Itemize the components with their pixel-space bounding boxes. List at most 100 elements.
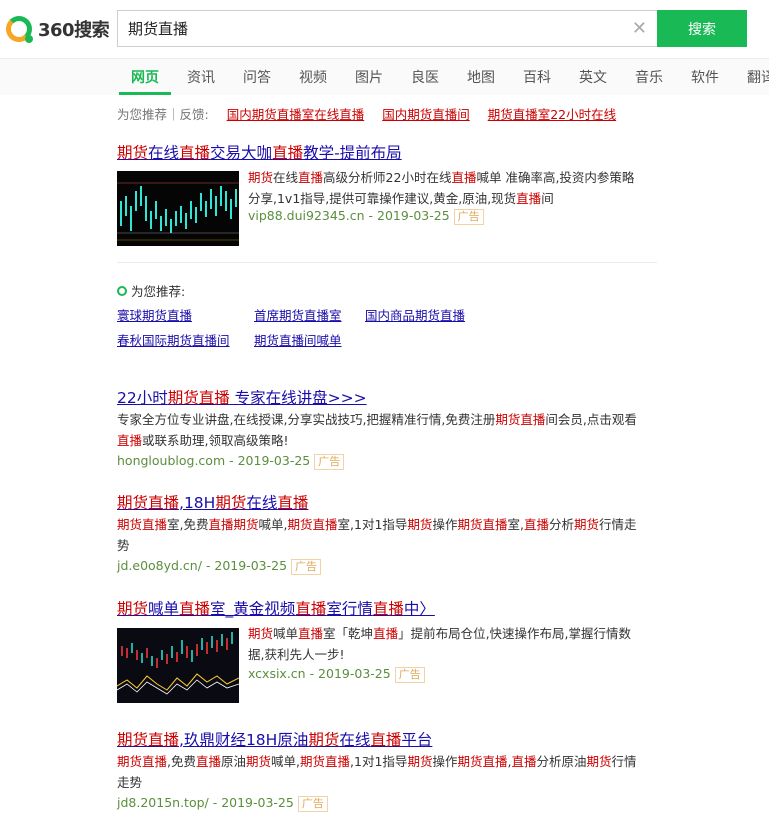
recommend-link[interactable]: 国内商品期货直播 bbox=[365, 305, 465, 324]
desc-highlight: 直播 bbox=[208, 517, 234, 532]
desc-text: 操作 bbox=[432, 754, 458, 769]
desc-text: 喊单, bbox=[271, 754, 301, 769]
suggest-link[interactable]: 国内期货直播间 bbox=[382, 107, 470, 122]
title-text: 喊单 bbox=[148, 600, 180, 618]
recommend-ring-icon bbox=[117, 285, 127, 296]
ad-badge: 广告 bbox=[314, 454, 345, 470]
tab-web[interactable]: 网页 bbox=[131, 67, 159, 87]
title-text: 在线 bbox=[339, 731, 371, 749]
title-highlight: 直播 bbox=[295, 600, 327, 618]
desc-text: 室, bbox=[507, 517, 524, 532]
tab-english[interactable]: 英文 bbox=[579, 67, 607, 87]
title-highlight: 期货直播 bbox=[167, 389, 230, 407]
title-highlight: 期货 bbox=[308, 731, 340, 749]
divider bbox=[117, 262, 657, 263]
desc-highlight: 期货 bbox=[248, 626, 274, 641]
result-title[interactable]: 期货直播,18H期货在线直播 bbox=[117, 491, 308, 513]
recommend-link[interactable]: 春秋国际期货直播间 bbox=[117, 330, 230, 349]
suggest-strip: 为您推荐｜反馈: 国内期货直播室在线直播 国内期货直播间 期货直播室22小时在线 bbox=[117, 104, 616, 123]
desc-text: 高级分析师22小时在线 bbox=[323, 170, 452, 185]
tab-translate[interactable]: 翻译 bbox=[747, 67, 769, 87]
desc-text: ,1对1指导 bbox=[350, 754, 408, 769]
suggest-link[interactable]: 期货直播室22小时在线 bbox=[488, 107, 616, 122]
url-text[interactable]: hongloublog.com - 2019-03-25 bbox=[117, 453, 310, 468]
search-button[interactable]: 搜索 bbox=[657, 10, 747, 47]
result-url: jd.e0o8yd.cn/ - 2019-03-25 广告 bbox=[117, 558, 322, 575]
desc-text: 分析原油 bbox=[536, 754, 587, 769]
tab-baike[interactable]: 百科 bbox=[523, 67, 551, 87]
recommend-link[interactable]: 首席期货直播室 bbox=[254, 305, 342, 324]
tab-music[interactable]: 音乐 bbox=[635, 67, 663, 87]
desc-text: 室,1对1指导 bbox=[337, 517, 408, 532]
title-text: 中〉 bbox=[403, 600, 435, 618]
desc-text: 走势 bbox=[117, 774, 143, 790]
result-title[interactable]: 22小时期货直播 专家在线讲盘>>> bbox=[117, 386, 367, 408]
tab-map[interactable]: 地图 bbox=[467, 67, 495, 87]
recommend-link[interactable]: 寰球期货直播 bbox=[117, 305, 192, 324]
desc-text: 势 bbox=[117, 537, 130, 553]
url-text[interactable]: jd.e0o8yd.cn/ - 2019-03-25 bbox=[117, 558, 287, 573]
title-text: 交易大咖 bbox=[210, 144, 273, 162]
desc-highlight: 期货 bbox=[407, 517, 433, 532]
title-text: 在线 bbox=[246, 494, 278, 512]
logo-ring-icon bbox=[6, 16, 33, 43]
desc-highlight: 直播 bbox=[117, 432, 143, 448]
desc-line: 期货直播室,免费直播期货喊单,期货直播室,1对1指导期货操作期货直播室,直播分析… bbox=[117, 515, 662, 536]
ad-badge: 广告 bbox=[297, 796, 328, 812]
tab-doctor[interactable]: 良医 bbox=[411, 67, 439, 87]
desc-highlight: 期货直播 bbox=[300, 754, 351, 769]
desc-text: 或联系助理,领取高级策略! bbox=[142, 432, 289, 448]
suggest-link[interactable]: 国内期货直播室在线直播 bbox=[227, 107, 365, 122]
title-text: 室_黄金视频 bbox=[210, 600, 296, 618]
desc-text: 间 bbox=[541, 190, 554, 206]
desc-highlight: 期货直播 bbox=[457, 517, 508, 532]
url-text[interactable]: xcxsix.cn - 2019-03-25 bbox=[248, 666, 391, 681]
desc-text: 喊单 准确率高,投资内参策略 bbox=[476, 170, 635, 185]
desc-text: 喊单 bbox=[273, 626, 299, 641]
title-highlight: 期货直播 bbox=[117, 494, 180, 512]
ad-badge: 广告 bbox=[394, 667, 425, 683]
desc-text: 间会员,点击观看 bbox=[545, 412, 637, 427]
suggest-label: 为您推荐｜反馈: bbox=[117, 107, 209, 122]
result-title[interactable]: 期货直播,玖鼎财经18H原油期货在线直播平台 bbox=[117, 728, 432, 750]
result-description: 专家全方位专业讲盘,在线授课,分享实战技巧,把握精准行情,免费注册期货直播间会员… bbox=[117, 410, 662, 451]
desc-text: 行情走 bbox=[599, 517, 637, 532]
desc-highlight: 期货直播 bbox=[457, 754, 508, 769]
url-text[interactable]: vip88.dui92345.cn - 2019-03-25 bbox=[248, 208, 450, 223]
title-highlight: 直播 bbox=[179, 144, 211, 162]
tab-software[interactable]: 软件 bbox=[691, 67, 719, 87]
title-text: 22小时 bbox=[117, 389, 168, 407]
tab-image[interactable]: 图片 bbox=[355, 67, 383, 87]
desc-highlight: 期货直播 bbox=[117, 754, 168, 769]
result-url: jd8.2015n.top/ - 2019-03-25 广告 bbox=[117, 795, 328, 812]
desc-text: 据,获利先人一步! bbox=[248, 646, 345, 662]
result-thumbnail[interactable] bbox=[117, 628, 239, 703]
logo[interactable]: 360搜索 bbox=[6, 14, 110, 44]
search-input[interactable] bbox=[118, 11, 598, 46]
result-url: vip88.dui92345.cn - 2019-03-25 广告 bbox=[248, 208, 484, 225]
tab-news[interactable]: 资讯 bbox=[187, 67, 215, 87]
desc-text: 在线 bbox=[273, 170, 299, 185]
url-text[interactable]: jd8.2015n.top/ - 2019-03-25 bbox=[117, 795, 294, 810]
title-highlight: 直播 bbox=[272, 144, 304, 162]
title-highlight: 直播 bbox=[370, 731, 402, 749]
result-title[interactable]: 期货喊单直播室_黄金视频直播室行情直播中〉 bbox=[117, 597, 435, 619]
desc-highlight: 直播 bbox=[451, 170, 477, 185]
clear-icon[interactable]: ✕ bbox=[632, 18, 647, 39]
recommend-link[interactable]: 期货直播间喊单 bbox=[254, 330, 342, 349]
desc-highlight: 直播 bbox=[373, 626, 399, 641]
result-thumbnail[interactable] bbox=[117, 171, 239, 246]
logo-text: 360搜索 bbox=[38, 20, 110, 41]
desc-highlight: 期货 bbox=[233, 517, 259, 532]
result-title[interactable]: 期货在线直播交易大咖直播教学-提前布局 bbox=[117, 141, 402, 163]
tab-qa[interactable]: 问答 bbox=[243, 67, 271, 87]
recommend-header: 为您推荐: bbox=[117, 281, 185, 300]
desc-text: 操作 bbox=[432, 517, 458, 532]
desc-text: ,免费 bbox=[167, 754, 196, 769]
active-tab-underline bbox=[119, 92, 171, 95]
result-url: hongloublog.com - 2019-03-25 广告 bbox=[117, 453, 345, 470]
tab-video[interactable]: 视频 bbox=[299, 67, 327, 87]
title-text: ,18H bbox=[179, 494, 216, 512]
result-description: 期货直播室,免费直播期货喊单,期货直播室,1对1指导期货操作期货直播室,直播分析… bbox=[117, 515, 662, 556]
title-highlight: 期货 bbox=[117, 600, 149, 618]
